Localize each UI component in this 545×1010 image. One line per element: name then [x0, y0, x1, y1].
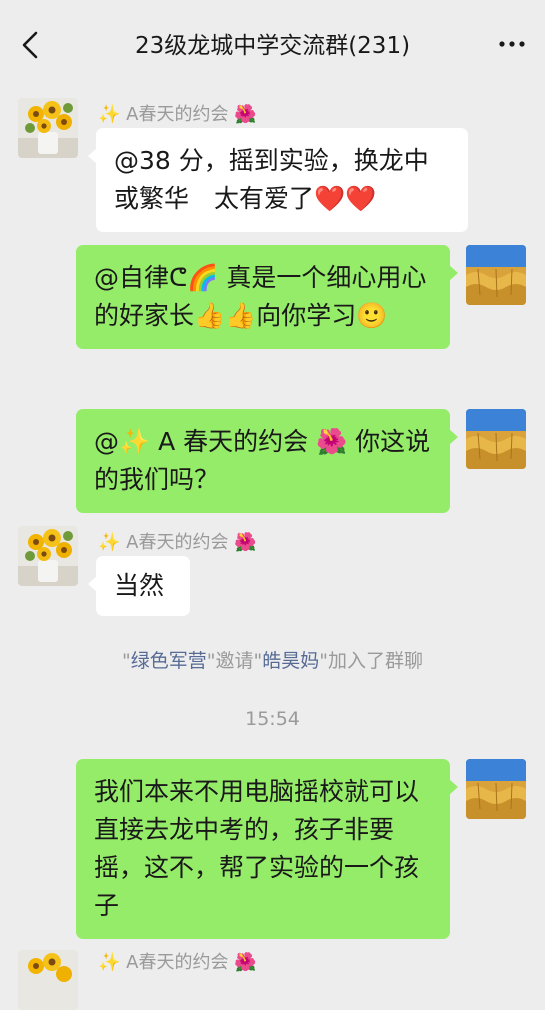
- timestamp: 15:54: [245, 708, 300, 730]
- avatar[interactable]: [18, 526, 78, 586]
- sender-name: ✨ A春天的约会 🌺: [98, 532, 257, 553]
- more-dots-icon[interactable]: [497, 32, 527, 56]
- message-bubble-outgoing[interactable]: 我们本来不用电脑摇校就可以直接去龙中考的，孩子非要摇，这不，帮了实验的一个孩子: [76, 759, 458, 939]
- message-bubble-incoming[interactable]: 当然: [88, 556, 190, 616]
- sender-name: ✨ A春天的约会 🌺: [98, 952, 257, 973]
- invitee-link[interactable]: 皓昊妈: [262, 650, 319, 672]
- message-bubble-outgoing[interactable]: @✨ A 春天的约会 🌺 你这说的我们吗？: [76, 409, 458, 513]
- inviter-link[interactable]: 绿色军营: [131, 650, 207, 672]
- sender-name: ✨ A春天的约会 🌺: [98, 104, 257, 125]
- avatar[interactable]: [18, 950, 78, 1010]
- avatar-self[interactable]: [466, 759, 526, 819]
- avatar-self[interactable]: [466, 409, 526, 469]
- avatar-self[interactable]: [466, 245, 526, 305]
- chat-title: 23级龙城中学交流群(231): [134, 33, 411, 59]
- message-bubble-outgoing[interactable]: @自律ᕦ🌈 真是一个细心用心的好家长👍👍向你学习🙂: [76, 245, 458, 349]
- chat-header: 23级龙城中学交流群(231): [0, 0, 545, 88]
- avatar[interactable]: [18, 98, 78, 158]
- message-bubble-incoming[interactable]: @38 分，摇到实验，换龙中或繁华 太有爱了❤️❤️: [88, 128, 468, 232]
- system-join-notice: "绿色军营"邀请"皓昊妈"加入了群聊: [121, 650, 423, 672]
